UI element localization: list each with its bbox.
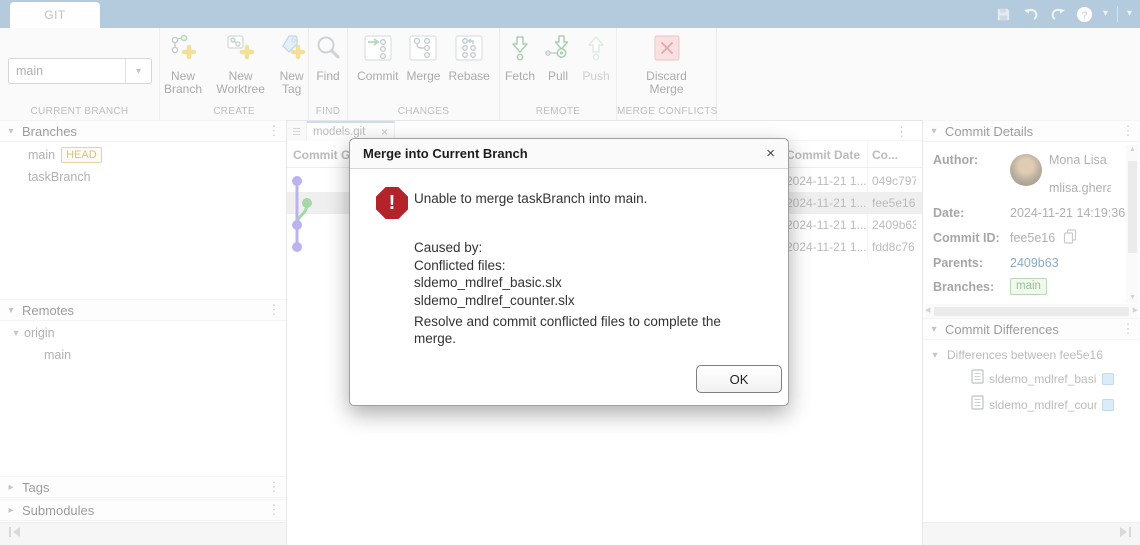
app-window: GIT ? ▾ ▾ main ▾ CURRENT BRA: [0, 0, 1140, 545]
conflicted-files-label: Conflicted files:: [414, 257, 575, 275]
dialog-resolve-text: Resolve and commit conflicted files to c…: [414, 313, 766, 347]
caused-by-label: Caused by:: [414, 239, 575, 257]
dialog-close-icon[interactable]: ×: [766, 145, 775, 162]
dialog-titlebar[interactable]: Merge into Current Branch ×: [350, 139, 788, 169]
conflicted-file: sldemo_mdlref_basic.slx: [414, 274, 575, 292]
ok-button[interactable]: OK: [696, 365, 782, 393]
dialog-cause-block: Caused by: Conflicted files: sldemo_mdlr…: [414, 239, 575, 309]
dialog-title: Merge into Current Branch: [363, 146, 766, 161]
conflicted-file: sldemo_mdlref_counter.slx: [414, 292, 575, 310]
merge-dialog: Merge into Current Branch × ! Unable to …: [349, 138, 789, 406]
dialog-message: Unable to merge taskBranch into main.: [414, 191, 647, 206]
error-icon: !: [376, 187, 408, 219]
